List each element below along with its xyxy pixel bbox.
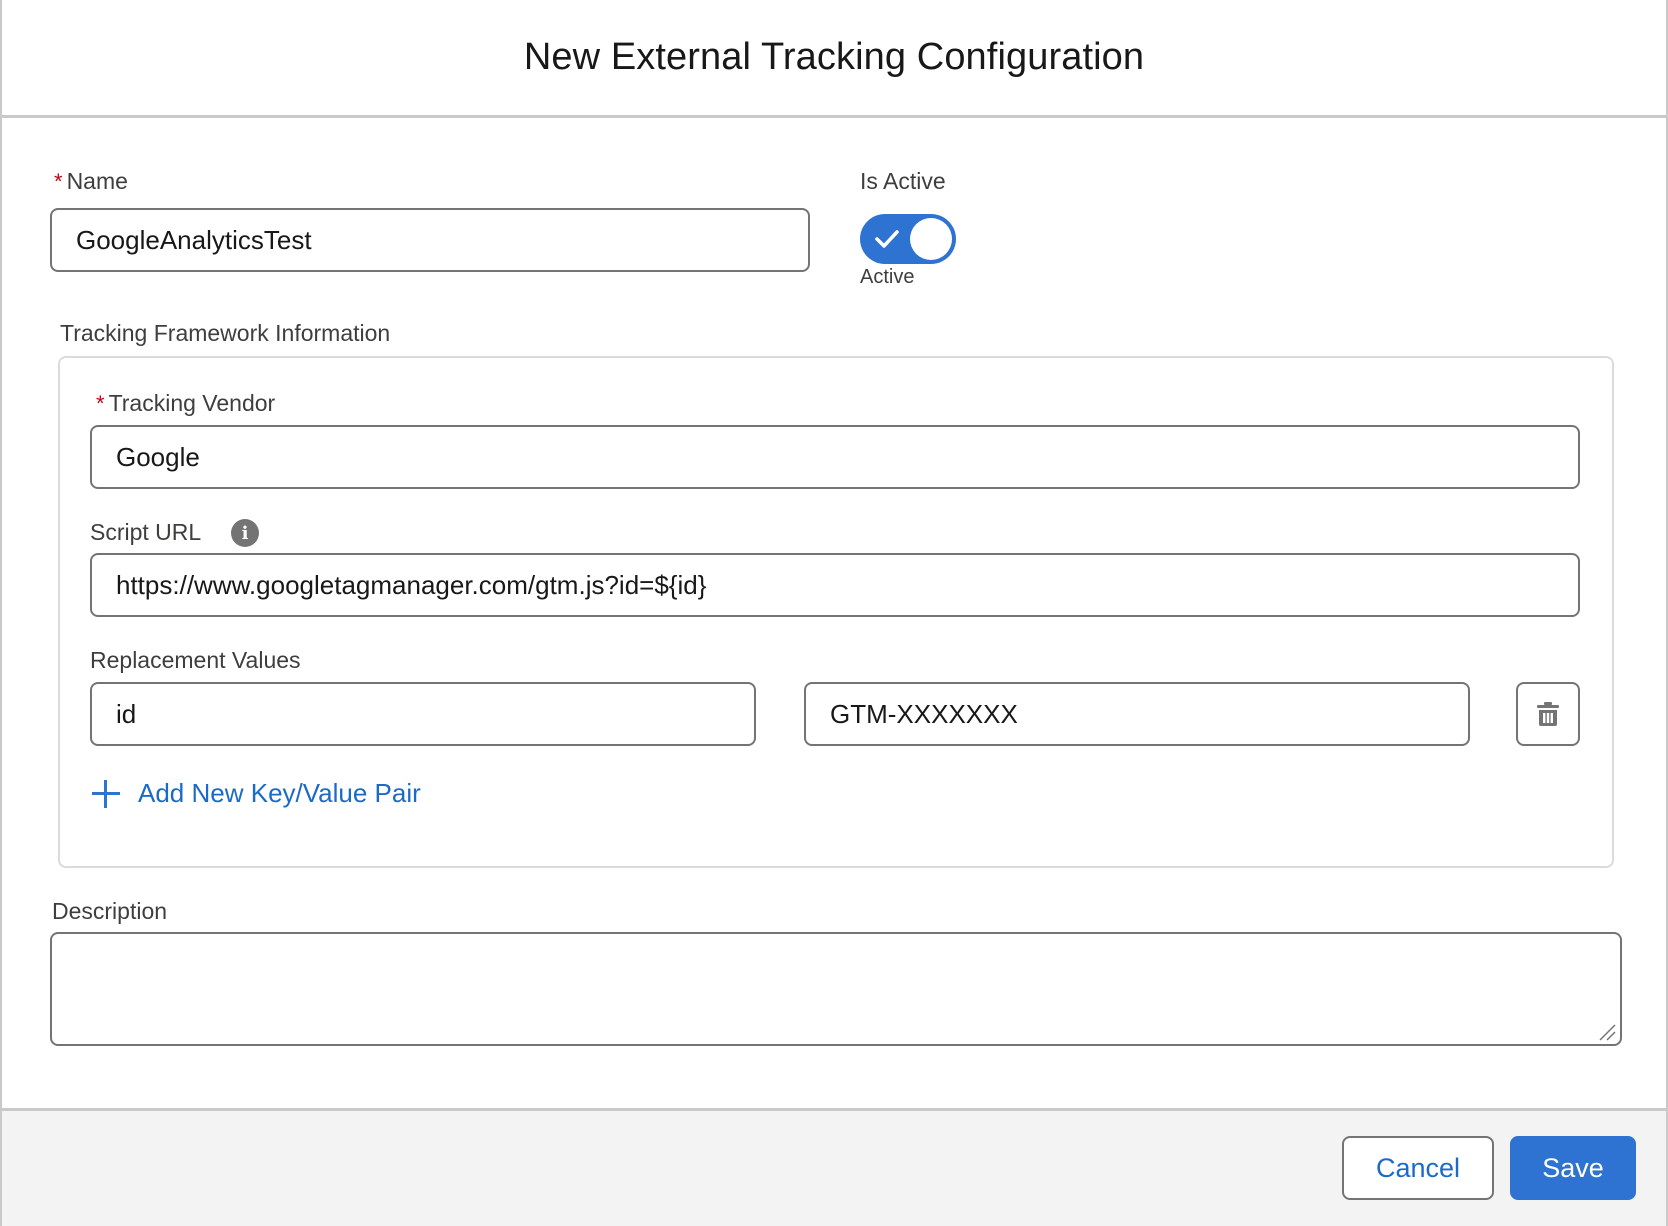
replacement-key-input[interactable]: [90, 682, 756, 746]
tracking-framework-legend: Tracking Framework Information: [60, 320, 391, 346]
tracking-vendor-label: * Tracking Vendor: [96, 390, 276, 416]
info-icon[interactable]: i: [231, 519, 259, 547]
modal-dialog: New External Tracking Configuration * Nam…: [0, 0, 1668, 1226]
check-icon: [875, 230, 899, 248]
modal-title: New External Tracking Configuration: [523, 36, 1145, 78]
add-key-value-pair-link[interactable]: Add New Key/Value Pair: [92, 778, 421, 809]
is-active-toggle[interactable]: [860, 214, 956, 264]
replacement-values-label: Replacement Values: [90, 647, 301, 673]
description-label: Description: [52, 898, 168, 924]
modal-header: New External Tracking Configuration: [2, 0, 1666, 118]
name-label: * Name: [54, 168, 128, 194]
script-url-label: Script URL: [90, 519, 202, 545]
delete-pair-button[interactable]: [1516, 682, 1580, 746]
script-url-input[interactable]: [90, 553, 1580, 617]
trash-icon: [1537, 702, 1559, 726]
toggle-knob: [910, 218, 952, 260]
plus-icon: [92, 779, 120, 808]
tracking-vendor-input[interactable]: [90, 425, 1580, 489]
required-marker: *: [96, 391, 105, 416]
cancel-button[interactable]: Cancel: [1342, 1136, 1494, 1200]
resize-grip-icon[interactable]: [1598, 1023, 1616, 1041]
required-marker: *: [54, 169, 63, 194]
add-key-value-pair-label: Add New Key/Value Pair: [138, 778, 421, 808]
replacement-value-input[interactable]: [804, 682, 1470, 746]
save-button[interactable]: Save: [1510, 1136, 1636, 1200]
name-input[interactable]: [50, 208, 810, 272]
is-active-label: Is Active: [860, 168, 946, 194]
description-textarea[interactable]: [50, 932, 1622, 1046]
toggle-state-label: Active: [860, 266, 915, 288]
